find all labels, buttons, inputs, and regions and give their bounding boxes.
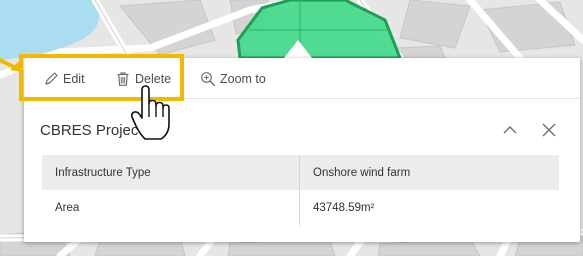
attribute-value: 43748.59m²: [313, 201, 375, 214]
popup-action-bar: Edit Delete Zoom to: [24, 58, 580, 99]
zoom-in-icon: [201, 72, 216, 87]
feature-popup: Edit Delete Zoom to CBRES Project Infras…: [24, 58, 580, 242]
edit-label: Edit: [63, 72, 85, 86]
attribute-value: Onshore wind farm: [313, 166, 411, 179]
zoom-to-button[interactable]: Zoom to: [200, 70, 266, 88]
delete-button[interactable]: Delete: [115, 70, 171, 88]
collapse-button[interactable]: [500, 120, 520, 140]
edit-button[interactable]: Edit: [43, 70, 85, 88]
table-row: Area 43748.59m²: [42, 190, 559, 225]
table-row: Infrastructure Type Onshore wind farm: [42, 155, 559, 190]
popup-title: CBRES Project: [40, 122, 143, 139]
attribute-key: Infrastructure Type: [42, 155, 300, 190]
close-icon: [542, 123, 556, 137]
attribute-key: Area: [42, 190, 300, 225]
chevron-up-icon: [503, 126, 517, 134]
screenshot-stage: Edit Delete Zoom to CBRES Project Infras…: [0, 0, 583, 256]
delete-label: Delete: [135, 72, 172, 86]
zoom-to-label: Zoom to: [220, 72, 266, 86]
close-button[interactable]: [539, 120, 559, 140]
attribute-table: Infrastructure Type Onshore wind farm Ar…: [42, 155, 559, 225]
trash-icon: [117, 72, 129, 86]
pencil-icon: [45, 72, 58, 85]
